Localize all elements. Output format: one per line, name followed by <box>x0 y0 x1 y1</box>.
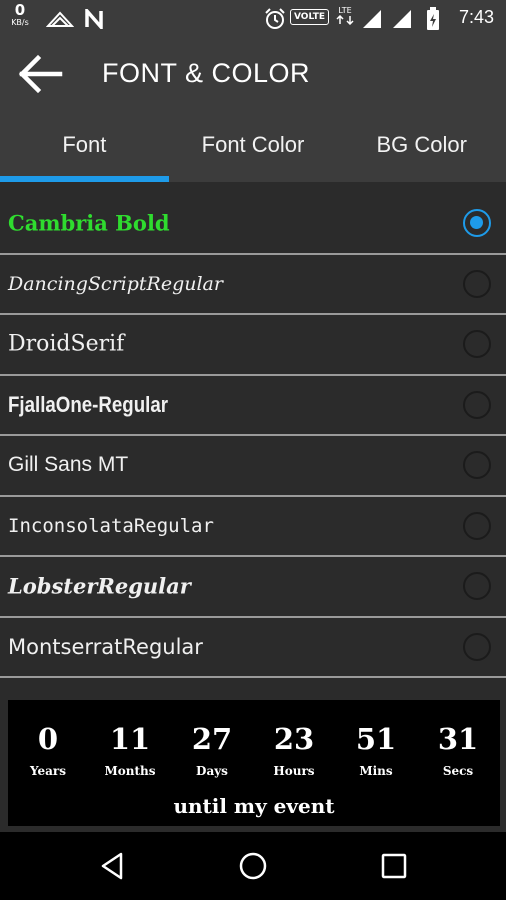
font-list: Cambria Bold DancingScriptRegular DroidS… <box>0 194 506 678</box>
font-option-droid-serif[interactable]: DroidSerif <box>0 315 506 376</box>
tab-font-color[interactable]: Font Color <box>169 114 338 182</box>
countdown-value: 23 <box>273 722 315 756</box>
network-speed: 0 KB/s <box>8 3 32 27</box>
countdown-mins: 51 Mins <box>336 722 416 778</box>
radio-button[interactable] <box>463 632 491 661</box>
countdown-value: 0 <box>37 722 59 756</box>
font-option-montserrat[interactable]: MontserratRegular <box>0 617 506 678</box>
countdown-label: Secs <box>442 764 474 778</box>
network-speed-unit: KB/s <box>11 18 29 27</box>
tab-bg-color[interactable]: BG Color <box>337 114 506 182</box>
lte-indicator: LTE <box>335 6 355 25</box>
font-option-fjalla-one[interactable]: FjallaOne-Regular <box>0 375 506 436</box>
back-triangle-icon[interactable] <box>97 850 129 882</box>
countdown-value: 27 <box>191 722 233 756</box>
recents-square-icon[interactable] <box>378 850 410 882</box>
font-option-gill-sans[interactable]: Gill Sans MT <box>0 436 506 497</box>
battery-charging-icon <box>427 7 439 30</box>
lte-label: LTE <box>338 6 352 15</box>
radio-button[interactable] <box>463 390 491 419</box>
countdown-value: 31 <box>437 722 479 756</box>
signal-warning-icon <box>46 11 74 27</box>
font-option-dancing-script[interactable]: DancingScriptRegular <box>0 254 506 315</box>
home-circle-icon[interactable] <box>237 850 269 882</box>
countdown-caption: until my event <box>173 794 335 818</box>
system-nav-bar <box>0 832 506 900</box>
signal-strength-icon <box>363 10 381 28</box>
countdown-days: 27 Days <box>172 722 252 778</box>
clock-time: 7:43 <box>458 7 494 27</box>
font-option-label: Cambria Bold <box>8 210 170 236</box>
tab-font[interactable]: Font <box>0 114 169 182</box>
countdown-label: Days <box>196 764 228 778</box>
radio-button[interactable] <box>463 572 491 601</box>
app-bar: FONT & COLOR <box>0 36 506 114</box>
countdown-secs: 31 Secs <box>418 722 498 778</box>
countdown-months: 11 Months <box>90 722 170 778</box>
page-title: FONT & COLOR <box>102 58 311 88</box>
font-option-label: DroidSerif <box>8 331 125 357</box>
font-option-label: Gill Sans MT <box>8 453 129 477</box>
arrow-left-icon[interactable] <box>16 54 64 94</box>
font-option-inconsolata[interactable]: InconsolataRegular <box>0 496 506 557</box>
countdown-label: Months <box>104 764 156 778</box>
countdown-label: Years <box>29 764 66 778</box>
countdown-label: Mins <box>359 764 393 778</box>
countdown-preview: 0 Years 11 Months 27 Days 23 Hours 51 Mi… <box>8 700 500 826</box>
volte-badge: VOLTE <box>290 9 329 25</box>
font-option-label: InconsolataRegular <box>8 514 214 537</box>
network-speed-value: 0 <box>14 1 26 19</box>
font-option-label: DancingScriptRegular <box>8 272 223 295</box>
status-bar: 0 KB/s VOLTE LTE 7:43 <box>0 0 506 36</box>
radio-button[interactable] <box>463 330 491 359</box>
countdown-years: 0 Years <box>8 722 88 778</box>
font-option-label: MontserratRegular <box>8 634 203 659</box>
countdown-value: 51 <box>355 722 397 756</box>
font-option-cambria-bold[interactable]: Cambria Bold <box>0 194 506 255</box>
countdown-label: Hours <box>273 764 315 778</box>
countdown-value: 11 <box>109 722 151 756</box>
alarm-clock-icon <box>265 8 285 29</box>
radio-button[interactable] <box>463 269 491 298</box>
n-notification-icon <box>85 9 103 29</box>
radio-button[interactable] <box>463 511 491 540</box>
countdown-hours: 23 Hours <box>254 722 334 778</box>
font-option-label: FjallaOne-Regular <box>8 391 169 417</box>
font-option-label: LobsterRegular <box>8 573 191 599</box>
data-arrows-icon <box>336 15 354 25</box>
radio-button[interactable] <box>463 451 491 480</box>
radio-button-selected[interactable] <box>463 209 491 238</box>
tab-bar: Font Font Color BG Color <box>0 114 506 182</box>
signal-strength-2-icon <box>393 10 411 28</box>
font-option-lobster[interactable]: LobsterRegular <box>0 557 506 618</box>
